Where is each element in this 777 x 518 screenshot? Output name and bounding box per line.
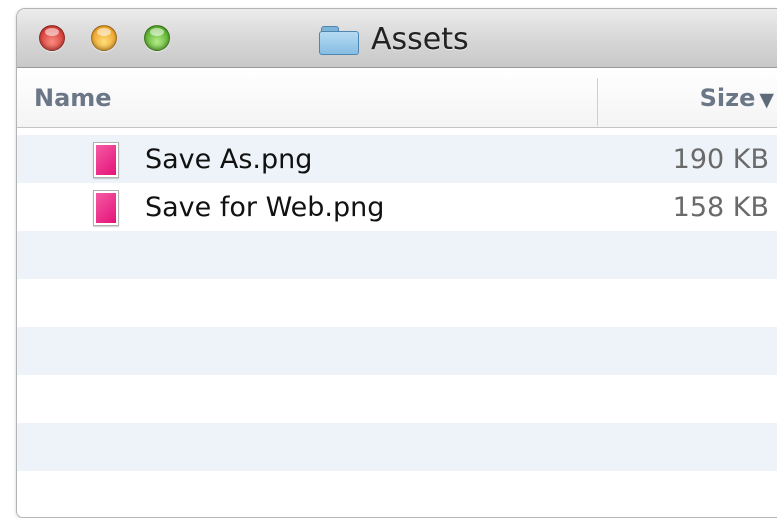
file-list: Save As.png 190 KB Save for Web.png 158 … [17,135,777,517]
empty-row [17,471,777,517]
sort-descending-icon: ▼ [759,89,774,111]
png-file-icon [93,142,119,178]
empty-row [17,279,777,327]
file-row[interactable]: Save for Web.png 158 KB [17,183,777,231]
empty-row [17,327,777,375]
finder-window: Assets Name Size ▼ Save As.png 190 KB Sav… [16,8,777,518]
column-divider[interactable] [597,78,598,126]
empty-row [17,375,777,423]
column-header-size-label: Size [699,84,756,112]
empty-row [17,231,777,279]
file-row[interactable]: Save As.png 190 KB [17,135,777,183]
folder-icon [319,23,359,55]
file-size: 190 KB [672,144,769,175]
window-title-group: Assets [319,21,469,57]
column-header-size[interactable]: Size ▼ [700,84,774,112]
close-button[interactable] [39,25,65,51]
png-file-icon [93,190,119,226]
empty-row [17,423,777,471]
window-title: Assets [371,21,469,57]
file-name: Save for Web.png [145,192,385,223]
title-bar[interactable]: Assets [17,9,777,68]
zoom-button[interactable] [144,25,170,51]
file-size: 158 KB [672,192,769,223]
column-header: Name Size ▼ [17,68,777,128]
column-header-name[interactable]: Name [34,84,112,112]
minimize-button[interactable] [91,25,117,51]
file-name: Save As.png [145,144,313,175]
